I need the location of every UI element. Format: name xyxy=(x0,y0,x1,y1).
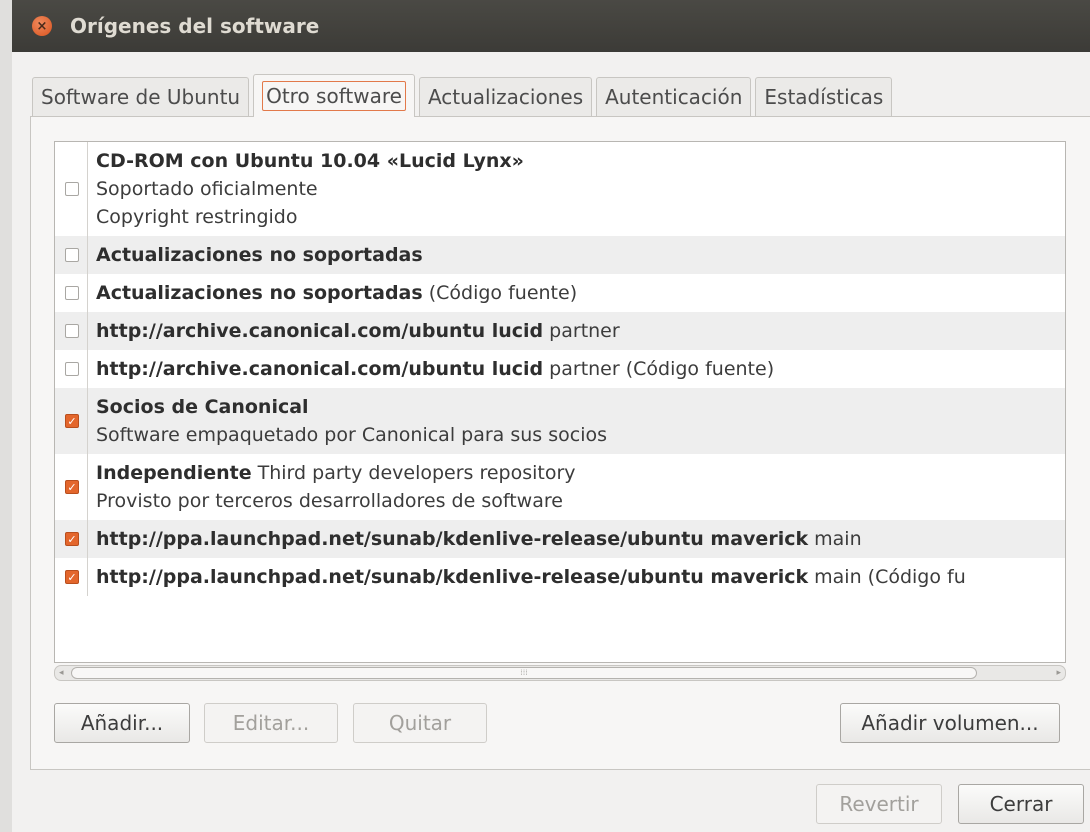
tab-label: Autenticación xyxy=(605,85,743,109)
source-name: Socios de Canonical xyxy=(96,396,309,418)
source-text: http://ppa.launchpad.net/sunab/kdenlive-… xyxy=(96,525,862,553)
column-separator xyxy=(87,236,88,274)
list-item[interactable]: CD-ROM con Ubuntu 10.04 «Lucid Lynx» Sop… xyxy=(55,142,1065,236)
scroll-left-icon[interactable]: ◂ xyxy=(59,666,64,680)
add-button[interactable]: Añadir... xyxy=(54,703,190,743)
column-separator xyxy=(87,388,88,454)
source-component: partner xyxy=(543,320,620,342)
source-text: Independiente Third party developers rep… xyxy=(96,459,576,515)
close-button[interactable]: Cerrar xyxy=(958,784,1084,824)
source-text: Actualizaciones no soportadas (Código fu… xyxy=(96,279,577,307)
list-item[interactable]: Actualizaciones no soportadas xyxy=(55,236,1065,274)
list-item[interactable]: http://archive.canonical.com/ubuntu luci… xyxy=(55,312,1065,350)
tab-bar: Software de Ubuntu Otro software Actuali… xyxy=(32,74,896,117)
source-checkbox[interactable] xyxy=(65,362,79,376)
horizontal-scrollbar[interactable]: ◂ ⁞⁞⁞ ▸ xyxy=(54,665,1066,681)
column-separator xyxy=(87,454,88,520)
column-separator xyxy=(87,350,88,388)
dialog-body: Software de Ubuntu Otro software Actuali… xyxy=(12,52,1090,832)
revert-button[interactable]: Revertir xyxy=(816,784,942,824)
source-name: Independiente xyxy=(96,462,252,484)
tab-otro-software[interactable]: Otro software xyxy=(253,74,415,117)
source-checkbox[interactable]: ✓ xyxy=(65,414,79,428)
list-item[interactable]: Actualizaciones no soportadas (Código fu… xyxy=(55,274,1065,312)
source-description: Provisto por terceros desarrolladores de… xyxy=(96,490,563,512)
source-name: http://archive.canonical.com/ubuntu luci… xyxy=(96,358,544,380)
source-text: http://archive.canonical.com/ubuntu luci… xyxy=(96,355,774,383)
source-text: Socios de Canonical Software empaquetado… xyxy=(96,393,607,449)
list-item[interactable]: http://archive.canonical.com/ubuntu luci… xyxy=(55,350,1065,388)
list-item[interactable]: ✓ http://ppa.launchpad.net/sunab/kdenliv… xyxy=(55,558,1065,596)
checkmark-icon: ✓ xyxy=(67,414,77,428)
tab-software-de-ubuntu[interactable]: Software de Ubuntu xyxy=(32,77,250,116)
column-separator xyxy=(87,274,88,312)
source-name: http://archive.canonical.com/ubuntu luci… xyxy=(96,320,544,342)
source-component: (Código fuente) xyxy=(422,282,578,304)
source-checkbox[interactable] xyxy=(65,324,79,338)
source-component: Third party developers repository xyxy=(251,462,576,484)
list-item[interactable]: ✓ http://ppa.launchpad.net/sunab/kdenliv… xyxy=(55,520,1065,558)
tab-label: Otro software xyxy=(262,81,406,111)
column-separator xyxy=(87,312,88,350)
tab-label: Actualizaciones xyxy=(427,85,584,109)
source-name: Actualizaciones no soportadas xyxy=(96,282,423,304)
tab-label: Software de Ubuntu xyxy=(41,85,241,109)
source-text: http://archive.canonical.com/ubuntu luci… xyxy=(96,317,620,345)
scroll-right-icon[interactable]: ▸ xyxy=(1056,666,1061,680)
source-name: http://ppa.launchpad.net/sunab/kdenlive-… xyxy=(96,528,809,550)
window-titlebar[interactable]: × Orígenes del software xyxy=(12,0,1090,52)
source-description: Software empaquetado por Canonical para … xyxy=(96,424,607,446)
tab-estadisticas[interactable]: Estadísticas xyxy=(755,77,893,116)
remove-button[interactable]: Quitar xyxy=(353,703,487,743)
desktop-edge xyxy=(0,0,12,832)
tab-panel: CD-ROM con Ubuntu 10.04 «Lucid Lynx» Sop… xyxy=(30,116,1090,770)
source-name: Actualizaciones no soportadas xyxy=(96,244,423,266)
close-icon[interactable]: × xyxy=(32,16,52,36)
list-item[interactable]: ✓ Independiente Third party developers r… xyxy=(55,454,1065,520)
tab-label: Estadísticas xyxy=(764,85,884,109)
source-description: Soportado oficialmente xyxy=(96,178,318,200)
source-license: Copyright restringido xyxy=(96,206,298,228)
column-separator xyxy=(87,142,88,236)
tab-autenticacion[interactable]: Autenticación xyxy=(596,77,752,116)
checkmark-icon: ✓ xyxy=(67,532,77,546)
checkmark-icon: ✓ xyxy=(67,570,77,584)
source-text: http://ppa.launchpad.net/sunab/kdenlive-… xyxy=(96,563,966,591)
source-name: http://ppa.launchpad.net/sunab/kdenlive-… xyxy=(96,566,809,588)
source-component: main xyxy=(808,528,862,550)
source-checkbox[interactable] xyxy=(65,182,79,196)
checkmark-icon: ✓ xyxy=(67,480,77,494)
sources-list[interactable]: CD-ROM con Ubuntu 10.04 «Lucid Lynx» Sop… xyxy=(54,141,1066,663)
source-text: Actualizaciones no soportadas xyxy=(96,241,423,269)
column-separator xyxy=(87,520,88,558)
source-name: CD-ROM con Ubuntu 10.04 «Lucid Lynx» xyxy=(96,150,524,172)
source-component: partner (Código fuente) xyxy=(543,358,775,380)
column-separator xyxy=(87,558,88,596)
edit-button[interactable]: Editar... xyxy=(204,703,338,743)
tab-actualizaciones[interactable]: Actualizaciones xyxy=(418,77,593,116)
window-title: Orígenes del software xyxy=(70,14,320,38)
source-checkbox[interactable] xyxy=(65,286,79,300)
source-checkbox[interactable]: ✓ xyxy=(65,570,79,584)
source-text: CD-ROM con Ubuntu 10.04 «Lucid Lynx» Sop… xyxy=(96,147,524,231)
source-component: main (Código fu xyxy=(808,566,966,588)
scrollbar-thumb[interactable]: ⁞⁞⁞ xyxy=(71,667,977,679)
list-item[interactable]: ✓ Socios de Canonical Software empaqueta… xyxy=(55,388,1065,454)
source-checkbox[interactable] xyxy=(65,248,79,262)
add-volume-button[interactable]: Añadir volumen... xyxy=(840,703,1060,743)
source-checkbox[interactable]: ✓ xyxy=(65,480,79,494)
source-checkbox[interactable]: ✓ xyxy=(65,532,79,546)
